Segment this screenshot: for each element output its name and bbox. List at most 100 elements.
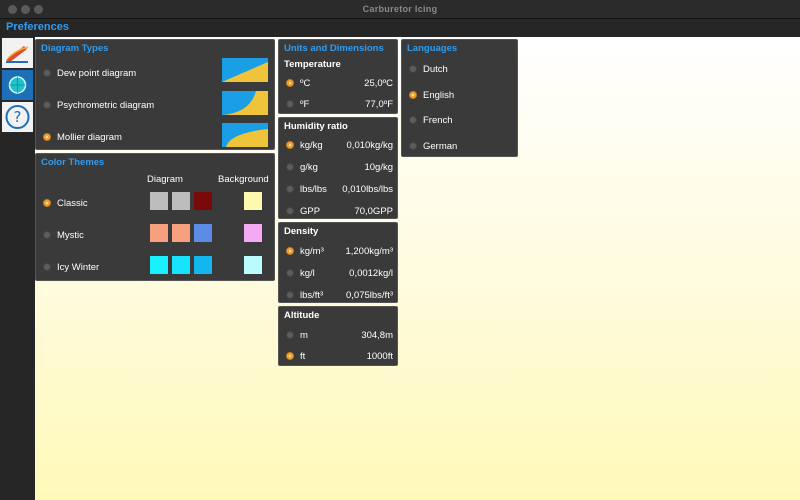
color-themes-panel: Color Themes Diagram Background Classic … [35, 153, 275, 281]
radio-button[interactable] [286, 331, 294, 339]
radio-button-selected[interactable] [286, 141, 294, 149]
preferences-header: Preferences [0, 19, 800, 37]
window-title: Carburetor Icing [362, 4, 438, 14]
globe-tool-icon [8, 76, 27, 94]
mollier-diagram-thumbnail[interactable] [222, 123, 268, 147]
help-button[interactable]: ? [1, 101, 34, 133]
diagram-tool-button[interactable] [1, 37, 34, 69]
option-value: 70,0GPP [354, 206, 393, 217]
page-title: Preferences [6, 21, 69, 33]
classic-diagram-swatch-1 [150, 192, 168, 210]
temperature-option-fahrenheit[interactable]: ºF 77,0ºF [286, 98, 393, 112]
option-label: m [300, 330, 308, 341]
option-value: 0,075lbs/ft³ [346, 290, 393, 301]
classic-background-swatch [244, 192, 262, 210]
theme-option-mystic[interactable]: Mystic [43, 229, 133, 243]
temperature-title: Temperature [284, 59, 341, 70]
radio-button-selected[interactable] [286, 247, 294, 255]
diagram-option-psychrometric[interactable]: Psychrometric diagram [43, 99, 213, 113]
radio-button[interactable] [409, 65, 417, 73]
density-panel: Density kg/m³ 1,200kg/m³ kg/l 0,0012kg/l… [278, 222, 398, 303]
option-value: 1000ft [366, 351, 393, 362]
radio-button[interactable] [409, 116, 417, 124]
option-label: kg/l [300, 268, 315, 279]
mystic-diagram-swatch-2 [172, 224, 190, 242]
units-title: Units and Dimensions [284, 43, 384, 54]
radio-button[interactable] [286, 163, 294, 171]
density-option-kg-m3[interactable]: kg/m³ 1,200kg/m³ [286, 245, 393, 259]
radio-button-selected[interactable] [43, 199, 51, 207]
option-label: ºF [300, 99, 310, 110]
humidity-option-lbs-lbs[interactable]: lbs/lbs 0,010lbs/lbs [286, 183, 393, 197]
psychrometric-thumbnail-graphic [222, 91, 268, 115]
classic-diagram-swatch-2 [172, 192, 190, 210]
option-value: 10g/kg [364, 162, 393, 173]
theme-option-classic[interactable]: Classic [43, 197, 133, 211]
diagram-types-panel: Diagram Types Dew point diagram Psychrom… [35, 39, 275, 150]
option-label: Icy Winter [57, 262, 100, 273]
altitude-option-meters[interactable]: m 304,8m [286, 329, 393, 343]
option-label: lbs/ft³ [300, 290, 324, 301]
radio-button[interactable] [43, 263, 51, 271]
dew-point-thumbnail-graphic [222, 62, 268, 82]
icy-winter-diagram-swatch-3 [194, 256, 212, 274]
content-area: Diagram Types Dew point diagram Psychrom… [35, 37, 800, 500]
left-toolbar: ? [0, 37, 35, 500]
option-label: German [423, 141, 458, 152]
humidity-option-kg-kg[interactable]: kg/kg 0,010kg/kg [286, 139, 393, 153]
radio-button[interactable] [43, 69, 51, 77]
density-title: Density [284, 226, 319, 237]
psychrometric-diagram-thumbnail[interactable] [222, 91, 268, 115]
diagram-option-mollier[interactable]: Mollier diagram [43, 131, 213, 145]
option-value: 1,200kg/m³ [345, 246, 393, 257]
language-option-french[interactable]: French [409, 114, 509, 128]
radio-button-selected[interactable] [409, 91, 417, 99]
radio-button[interactable] [286, 269, 294, 277]
radio-button[interactable] [409, 142, 417, 150]
humidity-option-g-kg[interactable]: g/kg 10g/kg [286, 161, 393, 175]
color-themes-title: Color Themes [41, 157, 105, 168]
option-label: lbs/lbs [300, 184, 327, 195]
icy-winter-background-swatch [244, 256, 262, 274]
humidity-ratio-title: Humidity ratio [284, 121, 348, 132]
density-option-lbs-ft3[interactable]: lbs/ft³ 0,075lbs/ft³ [286, 289, 393, 303]
language-option-english[interactable]: English [409, 89, 509, 103]
option-label: Dutch [423, 64, 448, 75]
radio-button[interactable] [286, 291, 294, 299]
option-label: kg/kg [300, 140, 323, 151]
diagram-types-title: Diagram Types [41, 43, 109, 54]
humidity-ratio-panel: Humidity ratio kg/kg 0,010kg/kg g/kg 10g… [278, 117, 398, 219]
theme-option-icy-winter[interactable]: Icy Winter [43, 261, 133, 275]
radio-button-selected[interactable] [43, 133, 51, 141]
radio-button[interactable] [286, 207, 294, 215]
temperature-option-celsius[interactable]: ºC 25,0ºC [286, 77, 393, 91]
globe-tool-button[interactable] [1, 69, 34, 101]
radio-button[interactable] [286, 100, 294, 108]
icy-winter-diagram-swatch-2 [172, 256, 190, 274]
background-column-header: Background [218, 174, 269, 185]
option-label: English [423, 90, 455, 101]
option-label: Classic [57, 198, 88, 209]
density-option-kg-l[interactable]: kg/l 0,0012kg/l [286, 267, 393, 281]
dew-point-diagram-thumbnail[interactable] [222, 58, 268, 82]
languages-panel: Languages Dutch English French German [401, 39, 518, 157]
icy-winter-diagram-swatch-1 [150, 256, 168, 274]
option-label: ºC [300, 78, 311, 89]
radio-button[interactable] [286, 185, 294, 193]
language-option-dutch[interactable]: Dutch [409, 63, 509, 77]
option-label: Psychrometric diagram [57, 100, 155, 111]
help-icon: ? [5, 105, 30, 129]
altitude-title: Altitude [284, 310, 320, 321]
diagram-tool-icon [6, 46, 29, 63]
option-value: 25,0ºC [364, 78, 393, 89]
classic-diagram-swatch-3 [194, 192, 212, 210]
diagram-option-dew-point[interactable]: Dew point diagram [43, 67, 213, 81]
altitude-option-feet[interactable]: ft 1000ft [286, 350, 393, 364]
radio-button-selected[interactable] [286, 352, 294, 360]
humidity-option-gpp[interactable]: GPP 70,0GPP [286, 205, 393, 219]
radio-button[interactable] [43, 101, 51, 109]
radio-button-selected[interactable] [286, 79, 294, 87]
radio-button[interactable] [43, 231, 51, 239]
option-label: French [423, 115, 453, 126]
language-option-german[interactable]: German [409, 140, 509, 154]
